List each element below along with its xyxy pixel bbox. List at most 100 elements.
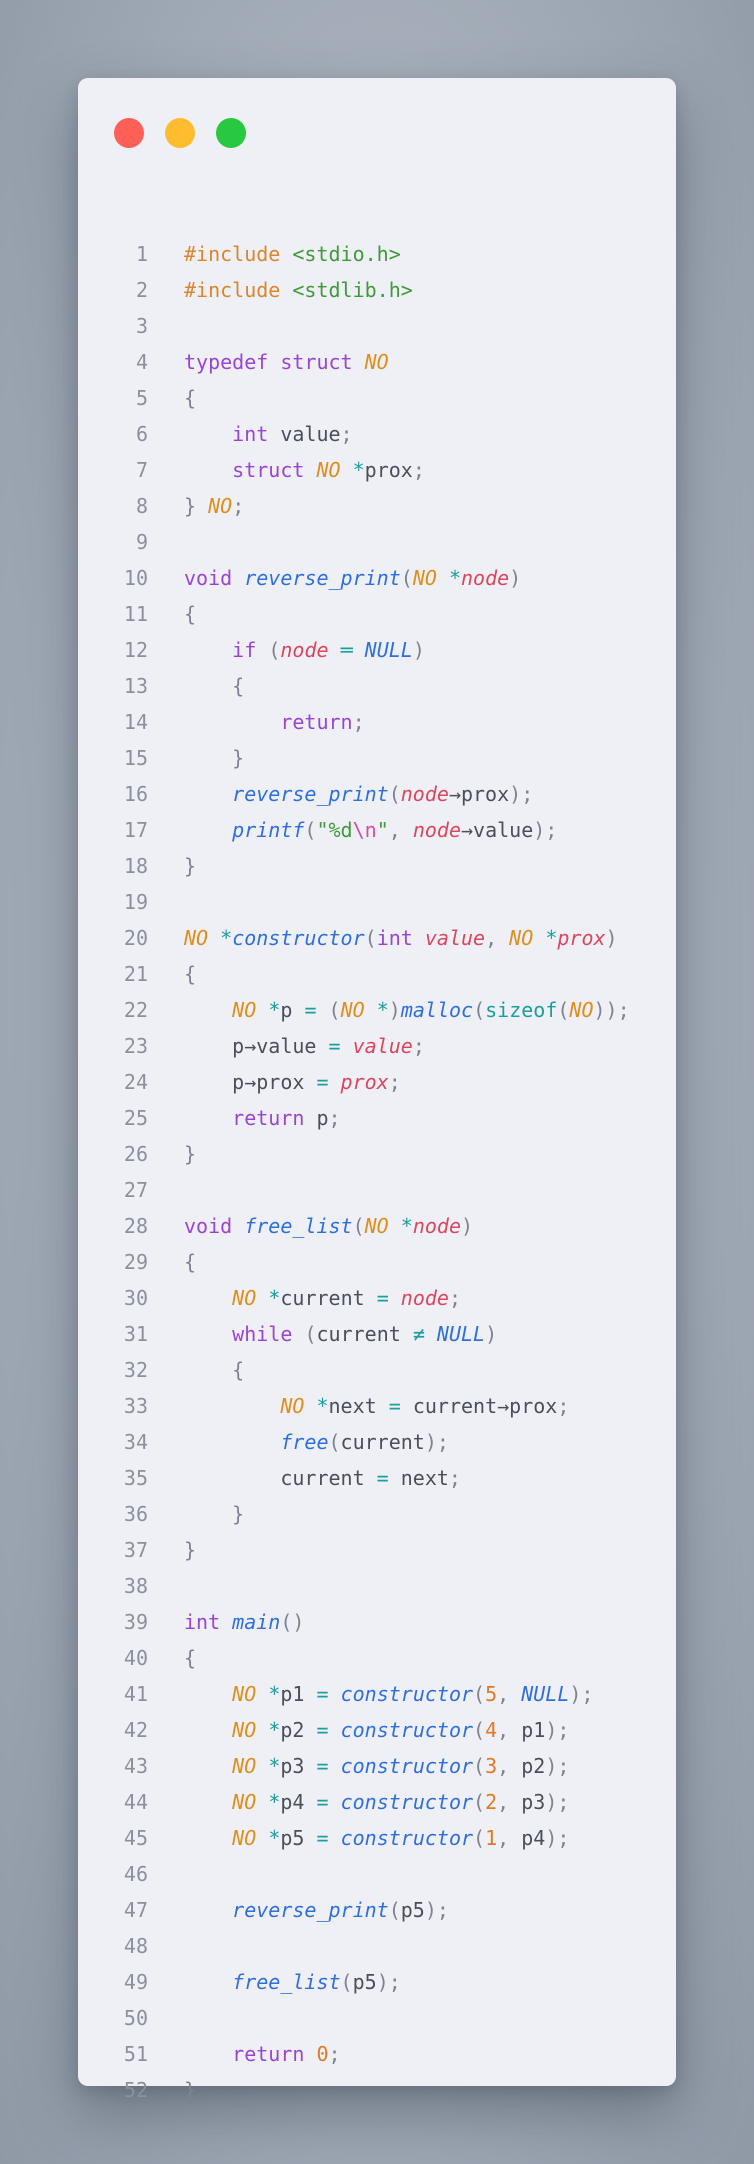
code-token: ( <box>328 998 341 1022</box>
code-line: 17 printf("%d\n", node→value); <box>78 812 676 848</box>
code-line: 35 current = next; <box>78 1460 676 1496</box>
code-token: node <box>280 638 329 662</box>
code-token: int <box>184 1610 221 1634</box>
code-token: reverse_print <box>232 1898 389 1922</box>
code-line: 49 free_list(p5); <box>78 1964 676 2000</box>
code-token: ; <box>388 1070 401 1094</box>
line-number: 51 <box>123 2042 148 2066</box>
code-line: 24 p→prox = prox; <box>78 1064 676 1100</box>
code-token: ) <box>509 566 522 590</box>
code-token: return <box>280 710 353 734</box>
code-line: 25 return p; <box>78 1100 676 1136</box>
code-token: * <box>268 998 281 1022</box>
code-token: )); <box>593 998 630 1022</box>
line-number: 43 <box>123 1754 148 1778</box>
code-line: 28 void free_list(NO *node) <box>78 1208 676 1244</box>
code-token: →prox <box>448 782 510 806</box>
line-number: 48 <box>123 1934 148 1958</box>
code-text: NO *next = current→prox; <box>184 1388 569 1424</box>
code-token: NO <box>232 1718 257 1742</box>
code-token: NO <box>232 1754 257 1778</box>
code-token: NULL <box>364 638 413 662</box>
code-token: * <box>268 1682 281 1706</box>
code-text: #include <stdlib.h> <box>184 272 413 308</box>
code-token: NO <box>340 998 365 1022</box>
code-token: node <box>461 566 510 590</box>
code-token: prox <box>364 458 413 482</box>
code-token: ( <box>473 1718 486 1742</box>
code-token: * <box>268 1754 281 1778</box>
line-number: 7 <box>135 458 148 482</box>
code-text: } NO; <box>184 488 244 524</box>
close-button[interactable] <box>114 118 144 148</box>
line-number: 18 <box>123 854 148 878</box>
code-line: 38 <box>78 1568 676 1604</box>
line-number: 49 <box>123 1970 148 1994</box>
code-token: , <box>497 1718 522 1742</box>
code-text: reverse_print(p5); <box>184 1892 449 1928</box>
line-number: 40 <box>123 1646 148 1670</box>
code-token: { <box>232 674 245 698</box>
line-number: 32 <box>123 1358 148 1382</box>
line-number: 47 <box>123 1898 148 1922</box>
code-token: ; <box>412 1034 425 1058</box>
code-token: \n <box>352 818 377 842</box>
code-token: ; <box>328 2042 341 2066</box>
code-line: 42 NO *p2 = constructor(4, p1); <box>78 1712 676 1748</box>
code-text: free_list(p5); <box>184 1964 401 2000</box>
code-token: 0 <box>316 2042 329 2066</box>
code-token: = <box>376 1286 389 1310</box>
line-number: 30 <box>123 1286 148 1310</box>
code-token: * <box>545 926 558 950</box>
code-token: constructor <box>340 1754 474 1778</box>
code-token: ) <box>461 1214 474 1238</box>
code-token: ( <box>328 1430 341 1454</box>
code-line: 37} <box>78 1532 676 1568</box>
code-line: 15 } <box>78 740 676 776</box>
code-line: 7 struct NO *prox; <box>78 452 676 488</box>
maximize-button[interactable] <box>216 118 246 148</box>
line-number: 37 <box>123 1538 148 1562</box>
code-token: <stdio.h> <box>292 242 401 266</box>
code-token: ( <box>388 782 401 806</box>
code-token: } <box>184 1538 197 1562</box>
code-line: 20 NO *constructor(int value, NO *prox) <box>78 920 676 956</box>
code-token: node <box>412 818 461 842</box>
code-token: p <box>280 998 305 1022</box>
code-token: = <box>388 1394 401 1418</box>
line-number: 41 <box>123 1682 148 1706</box>
code-token: NO <box>208 494 233 518</box>
code-text: } <box>184 848 196 884</box>
code-token: struct <box>232 458 305 482</box>
code-token: NO <box>232 1286 257 1310</box>
code-line: 10 void reverse_print(NO *node) <box>78 560 676 596</box>
code-text: NO *current = node; <box>184 1280 461 1316</box>
code-token: ( <box>304 1322 317 1346</box>
code-text: return; <box>184 704 364 740</box>
code-token: current <box>184 1466 377 1490</box>
code-line: 26} <box>78 1136 676 1172</box>
code-token: int <box>376 926 413 950</box>
code-token: { <box>184 1646 197 1670</box>
line-number: 15 <box>123 746 148 770</box>
code-token: 2 <box>485 1790 498 1814</box>
code-token: 5 <box>485 1682 498 1706</box>
code-token: p2 <box>521 1754 546 1778</box>
line-number: 45 <box>123 1826 148 1850</box>
code-text: p→prox = prox; <box>184 1064 401 1100</box>
code-text: { <box>184 668 244 704</box>
minimize-button[interactable] <box>165 118 195 148</box>
code-token: ) <box>605 926 618 950</box>
code-token: int <box>232 422 269 446</box>
line-number: 14 <box>123 710 148 734</box>
